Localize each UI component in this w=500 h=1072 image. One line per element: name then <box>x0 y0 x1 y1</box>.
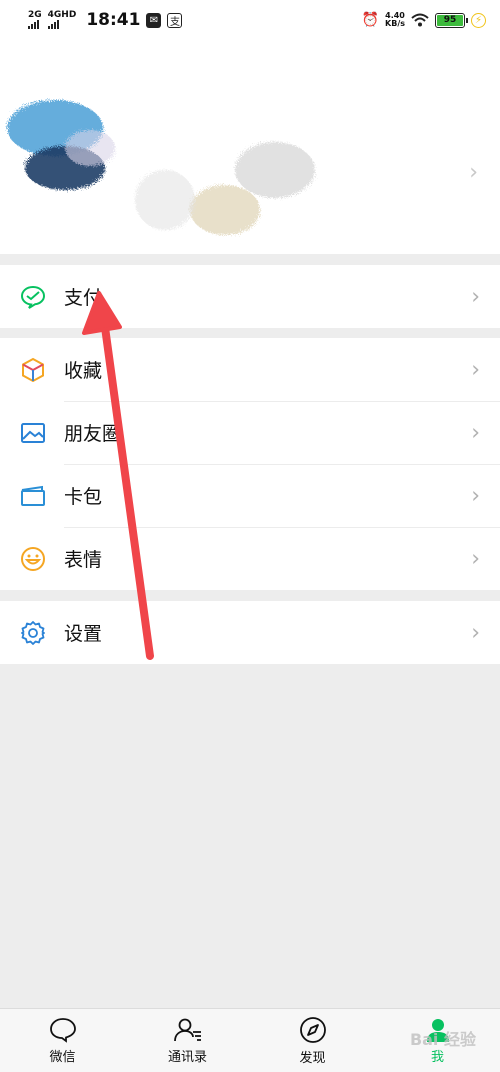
signal-4g: 4GHD <box>47 10 77 29</box>
battery-level: 95 <box>437 14 463 26</box>
menu-item-favorites[interactable]: 收藏 › <box>0 338 500 401</box>
menu-item-moments[interactable]: 朋友圈 › <box>0 401 500 464</box>
menu-group-main: 收藏 › 朋友圈 › 卡包 › 表情 › <box>0 338 500 590</box>
chat-bubble-icon <box>49 1017 76 1043</box>
favorites-cube-icon <box>20 357 46 383</box>
menu-label-moments: 朋友圈 <box>64 423 122 445</box>
moments-picture-icon <box>20 420 46 446</box>
chevron-right-icon: › <box>471 620 480 645</box>
charging-icon: ⚡ <box>471 12 486 28</box>
menu-group-settings: 设置 › <box>0 601 500 664</box>
tab-discover[interactable]: 发现 <box>250 1009 375 1072</box>
signal-bars-icon <box>47 20 59 29</box>
avatar[interactable] <box>5 88 125 258</box>
signal-bars-icon <box>28 20 39 29</box>
pay-icon <box>20 284 46 310</box>
menu-label-cards: 卡包 <box>64 486 103 508</box>
chevron-right-icon: › <box>471 420 480 445</box>
settings-gear-icon <box>20 620 46 646</box>
clock: 18:41 <box>86 10 141 30</box>
menu-label-settings: 设置 <box>64 623 103 645</box>
tab-contacts[interactable]: 通讯录 <box>125 1009 250 1072</box>
card-wallet-icon <box>20 483 46 509</box>
battery-icon: 95 <box>435 12 468 28</box>
status-right: ⏰ 4.40 KB/s 95 ⚡ <box>362 12 486 28</box>
chevron-right-icon: › <box>471 284 480 309</box>
signal-2g: 2G <box>28 11 42 29</box>
chevron-right-icon: › <box>471 483 480 508</box>
net-label-1: 2G <box>28 10 42 20</box>
blurred-name-area <box>135 142 315 235</box>
wifi-icon <box>411 13 429 27</box>
menu-item-pay[interactable]: 支付 › <box>0 265 500 328</box>
contacts-icon <box>173 1018 201 1041</box>
chevron-right-icon: › <box>471 546 480 571</box>
tab-chats[interactable]: 微信 <box>0 1009 125 1072</box>
tab-label: 发现 <box>299 1050 326 1066</box>
chevron-right-icon: › <box>471 357 480 382</box>
status-left: 2G 4GHD 18:41 ✉ 支 <box>28 10 183 30</box>
network-speed: 4.40 KB/s <box>385 12 405 28</box>
smiley-icon <box>20 546 46 572</box>
menu-label-favorites: 收藏 <box>64 360 103 382</box>
menu-group-pay: 支付 › <box>0 265 500 328</box>
menu-item-cards[interactable]: 卡包 › <box>0 464 500 527</box>
profile-header[interactable]: › <box>0 40 500 254</box>
menu-label-stickers: 表情 <box>64 549 103 571</box>
status-bar: 2G 4GHD 18:41 ✉ 支 ⏰ 4.40 KB/s 95 ⚡ <box>0 0 500 40</box>
menu-label-pay: 支付 <box>64 287 103 309</box>
net-label-2: 4GHD <box>47 10 77 20</box>
tab-label: 通讯录 <box>167 1049 207 1065</box>
alarm-icon: ⏰ <box>361 12 380 28</box>
baidu-watermark: Bai 经验 <box>409 1030 476 1049</box>
speed-unit: KB/s <box>385 19 405 28</box>
menu-item-settings[interactable]: 设置 › <box>0 601 500 664</box>
menu-item-stickers[interactable]: 表情 › <box>0 527 500 590</box>
notification-alipay-icon: 支 <box>167 12 183 28</box>
profile-chevron-icon: › <box>469 160 478 185</box>
notification-app-icon: ✉ <box>146 12 162 28</box>
compass-icon <box>299 1016 326 1043</box>
tab-label: 微信 <box>49 1049 76 1065</box>
